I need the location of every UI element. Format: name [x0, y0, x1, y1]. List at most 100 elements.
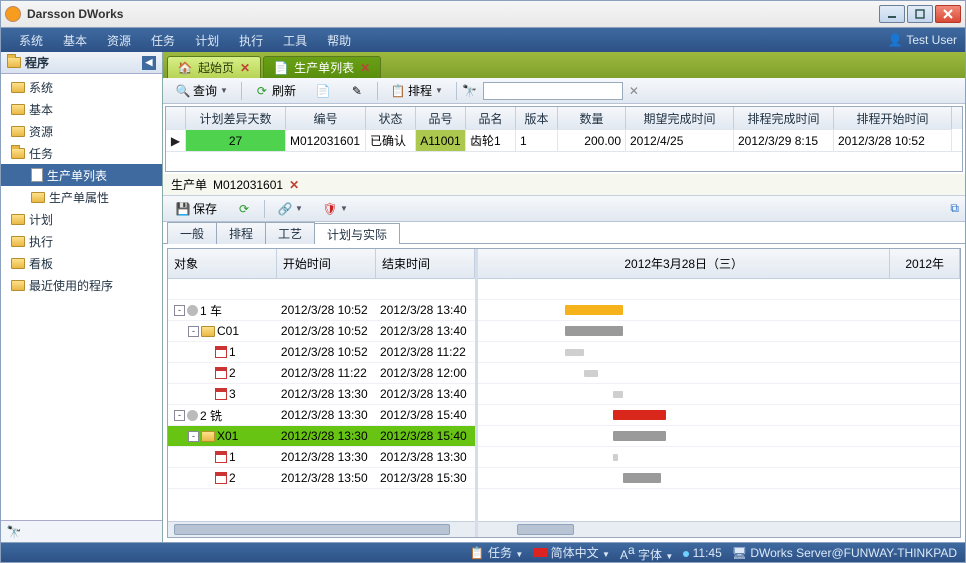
query-button[interactable]: 🔍 查询 ▼ — [169, 80, 235, 101]
save-button[interactable]: 💾 保存 — [169, 198, 224, 219]
current-user[interactable]: 👤 Test User — [888, 33, 957, 47]
gantt-bar[interactable] — [613, 431, 666, 441]
schedule-row[interactable]: - 2 铣2012/3/28 13:302012/3/28 15:40 — [168, 405, 475, 426]
sidebar-item-系统[interactable]: 系统 — [1, 76, 162, 98]
tree-toggle[interactable]: - — [188, 326, 199, 337]
dropdown-icon: ▼ — [220, 86, 228, 95]
col-0[interactable] — [166, 107, 186, 129]
gantt-lane — [478, 426, 960, 447]
menu-系统[interactable]: 系统 — [9, 32, 53, 49]
refresh-detail-button[interactable]: ⟳ — [230, 200, 258, 218]
gantt-bar[interactable] — [565, 349, 584, 356]
detail-tab-一般[interactable]: 一般 — [167, 222, 217, 244]
col-1[interactable]: 计划差异天数 — [186, 107, 286, 129]
schedule-hscroll[interactable] — [168, 521, 475, 537]
menu-执行[interactable]: 执行 — [229, 32, 273, 49]
col-5[interactable]: 品名 — [466, 107, 516, 129]
new-icon: 📄 — [316, 84, 330, 98]
edit-button[interactable]: ✎ — [343, 82, 371, 100]
col-2[interactable]: 编号 — [286, 107, 366, 129]
gantt-lane — [478, 447, 960, 468]
sidebar-item-计划[interactable]: 计划 — [1, 208, 162, 230]
folder-icon — [31, 192, 45, 203]
col-9[interactable]: 排程完成时间 — [734, 107, 834, 129]
gantt-bar[interactable] — [565, 305, 623, 315]
schedule-row[interactable]: 22012/3/28 11:222012/3/28 12:00 — [168, 363, 475, 384]
gantt-bar[interactable] — [565, 326, 623, 336]
sidebar-item-看板[interactable]: 看板 — [1, 252, 162, 274]
sidebar-item-资源[interactable]: 资源 — [1, 120, 162, 142]
schedule-row[interactable]: - X012012/3/28 13:302012/3/28 15:40 — [168, 426, 475, 447]
sidebar-item-基本[interactable]: 基本 — [1, 98, 162, 120]
detail-tab-工艺[interactable]: 工艺 — [265, 222, 315, 244]
detail-tab-排程[interactable]: 排程 — [216, 222, 266, 244]
document-icon: 📄 — [274, 61, 288, 75]
gantt-lane — [478, 300, 960, 321]
schedule-row[interactable]: - C012012/3/28 10:522012/3/28 13:40 — [168, 321, 475, 342]
sidebar-item-执行[interactable]: 执行 — [1, 230, 162, 252]
detail-tab-计划与实际[interactable]: 计划与实际 — [314, 223, 400, 244]
clear-search-button[interactable]: ✕ — [629, 84, 639, 98]
col-3[interactable]: 状态 — [366, 107, 416, 129]
gantt-bar[interactable] — [613, 410, 666, 420]
folder-icon — [11, 280, 25, 291]
gantt-day-1: 2012年3月28日（三） — [478, 249, 890, 278]
gantt-bar[interactable] — [584, 370, 598, 377]
gantt-hscroll[interactable] — [478, 521, 960, 537]
col-10[interactable]: 排程开始时间 — [834, 107, 952, 129]
close-button[interactable] — [935, 5, 961, 23]
col-8[interactable]: 期望完成时间 — [626, 107, 734, 129]
collapse-sidebar-button[interactable]: ◀ — [142, 56, 156, 70]
app-icon — [5, 6, 21, 22]
sidebar-item-生产单属性[interactable]: 生产单属性 — [1, 186, 162, 208]
popout-button[interactable]: ⧉ — [950, 201, 959, 216]
gantt-bar[interactable] — [623, 473, 662, 483]
binoculars-icon[interactable]: 🔭 — [7, 525, 21, 539]
menu-计划[interactable]: 计划 — [185, 32, 229, 49]
tab-起始页[interactable]: 🏠起始页✕ — [167, 56, 261, 78]
col-7[interactable]: 数量 — [558, 107, 626, 129]
menu-基本[interactable]: 基本 — [53, 32, 97, 49]
folder-icon — [11, 236, 25, 247]
schedule-button[interactable]: 📋 排程 ▼ — [384, 80, 450, 101]
tree-toggle[interactable]: - — [174, 305, 185, 316]
close-tab-button[interactable]: ✕ — [360, 61, 370, 75]
tree-toggle[interactable]: - — [174, 410, 185, 421]
close-detail-button[interactable]: ✕ — [289, 178, 299, 192]
schedule-row[interactable]: 22012/3/28 13:502012/3/28 15:30 — [168, 468, 475, 489]
table-row[interactable]: ▶27M012031601已确认A11001齿轮11200.002012/4/2… — [166, 129, 962, 151]
window-buttons — [879, 5, 961, 23]
sidebar-item-生产单列表[interactable]: 生产单列表 — [1, 164, 162, 186]
col-4[interactable]: 品号 — [416, 107, 466, 129]
maximize-button[interactable] — [907, 5, 933, 23]
gantt-bar[interactable] — [613, 391, 623, 398]
tab-生产单列表[interactable]: 📄生产单列表✕ — [263, 56, 381, 78]
menu-任务[interactable]: 任务 — [141, 32, 185, 49]
folder-icon — [11, 148, 25, 159]
minimize-button[interactable] — [879, 5, 905, 23]
menu-工具[interactable]: 工具 — [273, 32, 317, 49]
main-toolbar: 🔍 查询 ▼ ⟳ 刷新 📄 ✎ 📋 排程 ▼ 🔭 ✕ — [163, 78, 965, 104]
schedule-row[interactable]: 12012/3/28 10:522012/3/28 11:22 — [168, 342, 475, 363]
close-tab-button[interactable]: ✕ — [240, 61, 250, 75]
new-button[interactable]: 📄 — [309, 82, 337, 100]
menu-帮助[interactable]: 帮助 — [317, 32, 361, 49]
gantt-day-2: 2012年 — [890, 249, 960, 278]
sidebar: 程序 ◀ 系统基本资源任务生产单列表生产单属性计划执行看板最近使用的程序 🔭 — [1, 52, 163, 542]
app-title: Darsson DWorks — [27, 7, 879, 21]
shield-button[interactable]: 🛡▼ — [316, 200, 355, 218]
schedule-row[interactable]: 12012/3/28 13:302012/3/28 13:30 — [168, 447, 475, 468]
sidebar-item-任务[interactable]: 任务 — [1, 142, 162, 164]
clock-icon — [683, 551, 689, 557]
schedule-row[interactable]: - 1 车2012/3/28 10:522012/3/28 13:40 — [168, 300, 475, 321]
sidebar-item-最近使用的程序[interactable]: 最近使用的程序 — [1, 274, 162, 296]
gantt-bar[interactable] — [613, 454, 618, 461]
search-input[interactable] — [483, 82, 623, 100]
menu-资源[interactable]: 资源 — [97, 32, 141, 49]
refresh-button[interactable]: ⟳ 刷新 — [248, 80, 303, 101]
col-6[interactable]: 版本 — [516, 107, 558, 129]
link-button[interactable]: 🔗▼ — [271, 200, 310, 218]
schedule-row[interactable]: 32012/3/28 13:302012/3/28 13:40 — [168, 384, 475, 405]
tree-toggle[interactable]: - — [188, 431, 199, 442]
detail-tabs: 一般排程工艺计划与实际 — [163, 222, 965, 244]
